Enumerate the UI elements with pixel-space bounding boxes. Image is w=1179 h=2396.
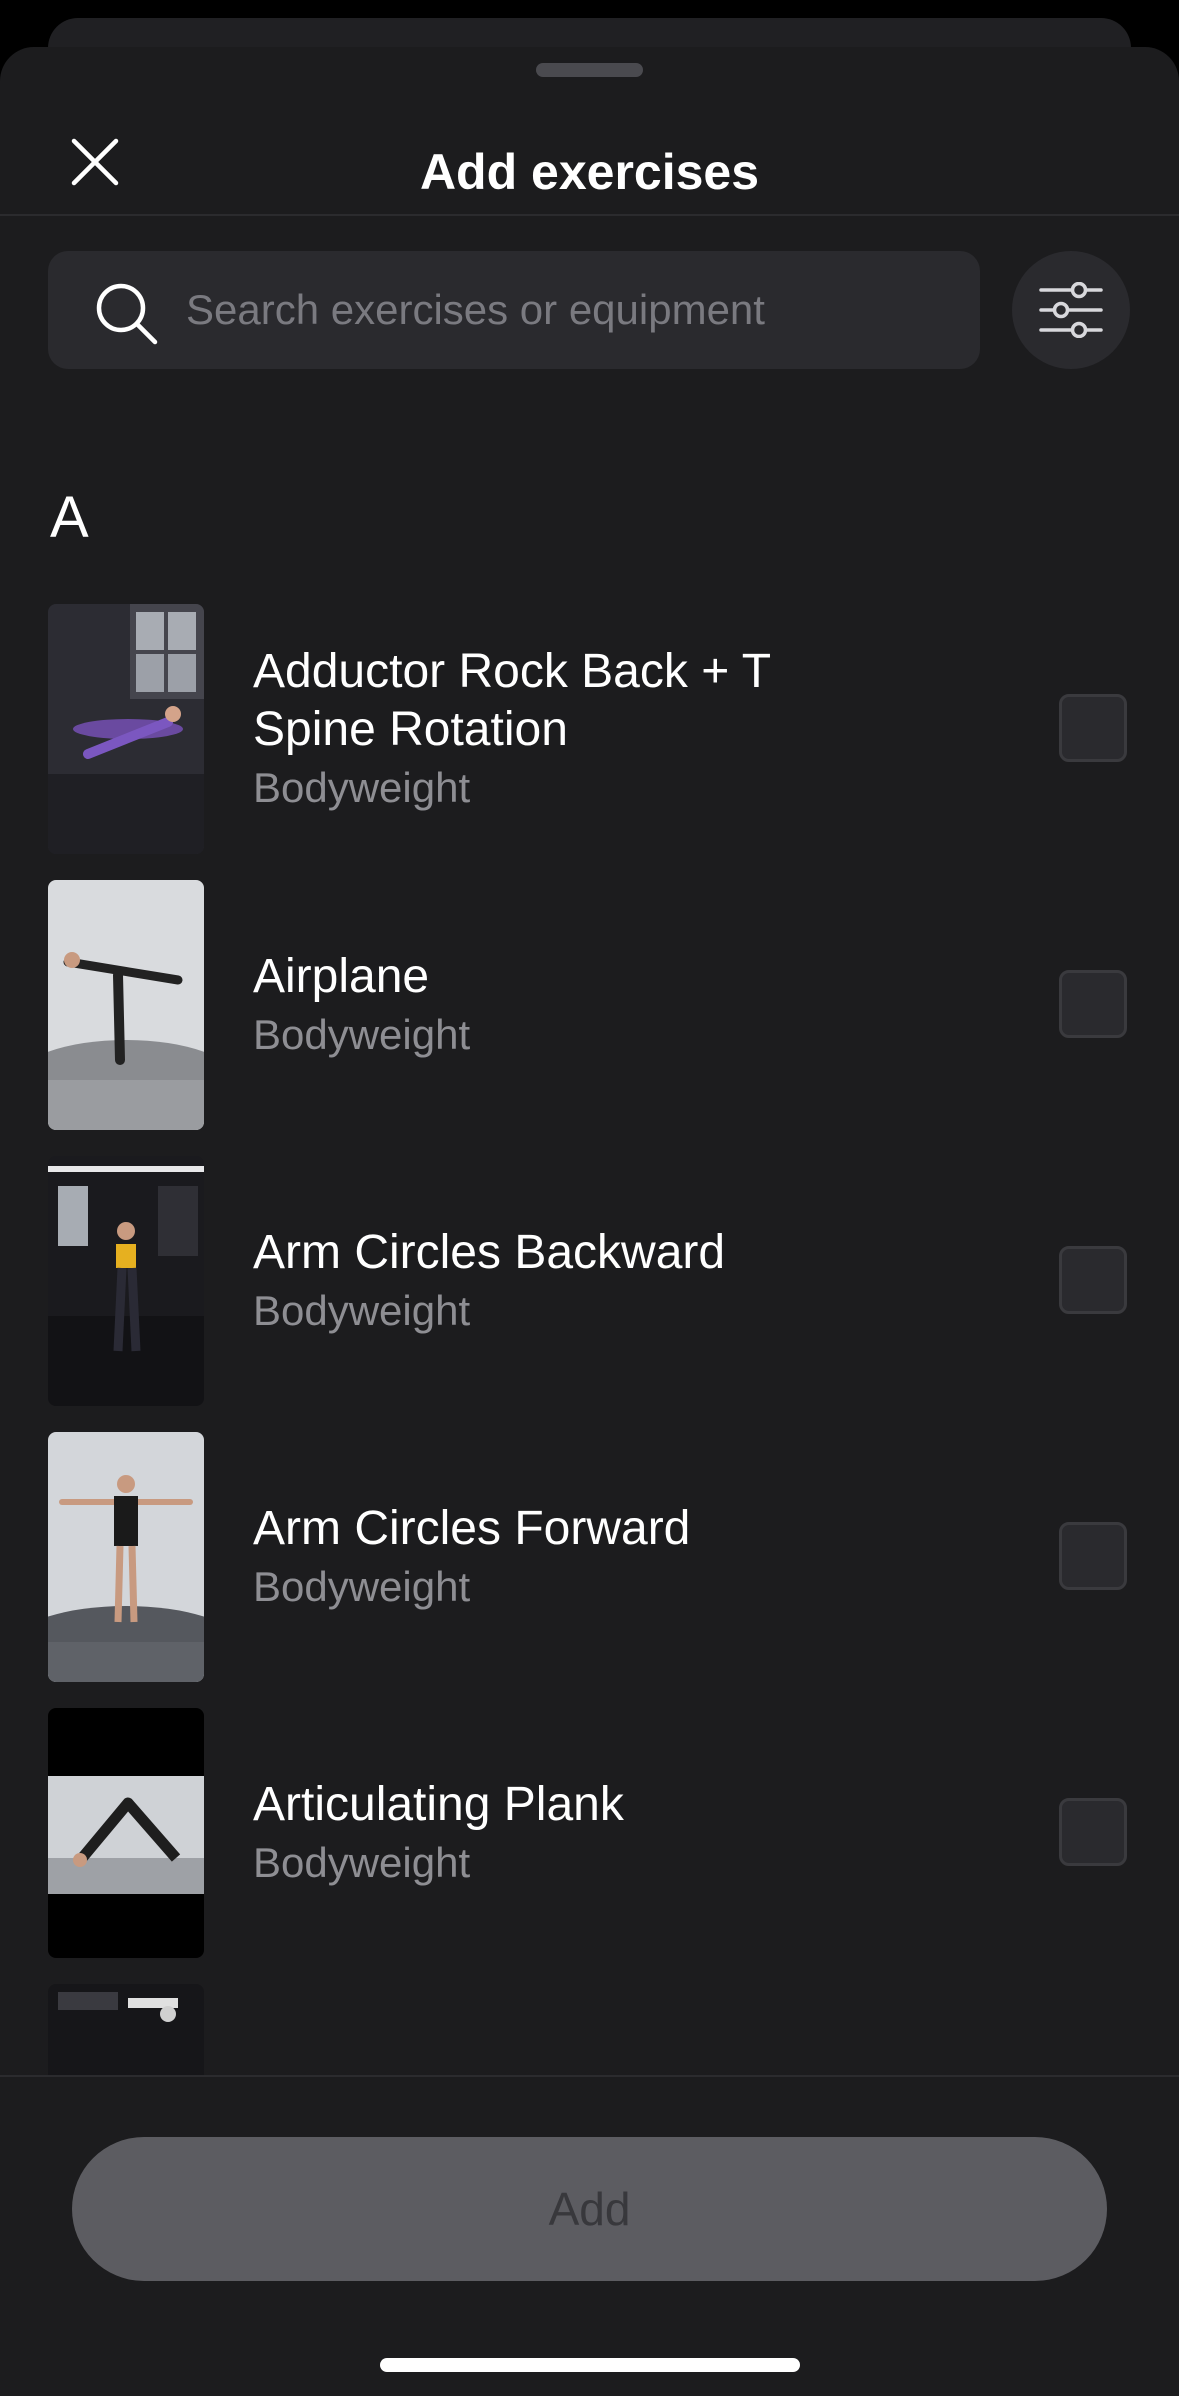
exercise-checkbox[interactable] xyxy=(1059,1246,1127,1314)
sheet-grabber[interactable] xyxy=(536,63,643,77)
exercise-row[interactable]: Airplane Bodyweight xyxy=(0,880,1179,1130)
exercise-thumbnail xyxy=(48,1432,204,1682)
exercise-name: Articulating Plank xyxy=(253,1778,624,1831)
add-button[interactable]: Add xyxy=(72,2137,1107,2281)
footer-bar: Add xyxy=(0,2075,1179,2396)
exercise-name: Airplane xyxy=(253,950,430,1003)
header-divider xyxy=(0,214,1179,216)
exercise-name: Arm Circles Forward xyxy=(253,1502,691,1555)
exercise-info: Arm Circles Forward Bodyweight xyxy=(253,1432,873,1682)
exercise-row[interactable]: Arm Circles Backward Bodyweight xyxy=(0,1156,1179,1406)
search-input[interactable] xyxy=(186,251,946,369)
home-indicator xyxy=(380,2358,800,2372)
exercise-checkbox[interactable] xyxy=(1059,1522,1127,1590)
filter-button[interactable] xyxy=(1012,251,1130,369)
exercise-info: Arm Circles Backward Bodyweight xyxy=(253,1156,873,1406)
exercise-checkbox[interactable] xyxy=(1059,970,1127,1038)
search-bar[interactable] xyxy=(48,251,980,369)
exercise-checkbox[interactable] xyxy=(1059,694,1127,762)
exercise-equipment: Bodyweight xyxy=(253,1287,471,1334)
sheet-header: Add exercises xyxy=(0,77,1179,215)
exercise-row[interactable]: Arm Circles Forward Bodyweight xyxy=(0,1432,1179,1682)
exercise-name: Arm Circles Backward xyxy=(253,1226,726,1279)
exercise-equipment: Bodyweight xyxy=(253,1011,471,1058)
exercise-info: Adductor Rock Back + T Spine Rotation Bo… xyxy=(253,604,873,854)
page-title: Add exercises xyxy=(419,144,760,200)
exercise-name: Adductor Rock Back + T Spine Rotation xyxy=(253,645,771,756)
add-exercises-sheet: Add exercises A xyxy=(0,47,1179,2396)
exercise-row[interactable]: Articulating Plank Bodyweight xyxy=(0,1708,1179,1958)
section-header-a: A xyxy=(50,485,89,550)
sliders-icon xyxy=(1039,282,1103,338)
search-icon xyxy=(96,283,158,345)
exercise-info: Airplane Bodyweight xyxy=(253,880,873,1130)
exercise-thumbnail xyxy=(48,1708,204,1958)
exercise-thumbnail xyxy=(48,604,204,854)
exercise-equipment: Bodyweight xyxy=(253,1563,471,1610)
exercise-checbox[interactable] xyxy=(1059,1798,1127,1866)
exercise-info: Articulating Plank Bodyweight xyxy=(253,1708,873,1958)
exercise-row[interactable]: Adductor Rock Back + T Spine Rotation Bo… xyxy=(0,604,1179,854)
exercise-thumbnail xyxy=(48,1156,204,1406)
exercise-thumbnail xyxy=(48,880,204,1130)
exercise-equipment: Bodyweight xyxy=(253,1839,471,1886)
exercise-equipment: Bodyweight xyxy=(253,764,471,811)
